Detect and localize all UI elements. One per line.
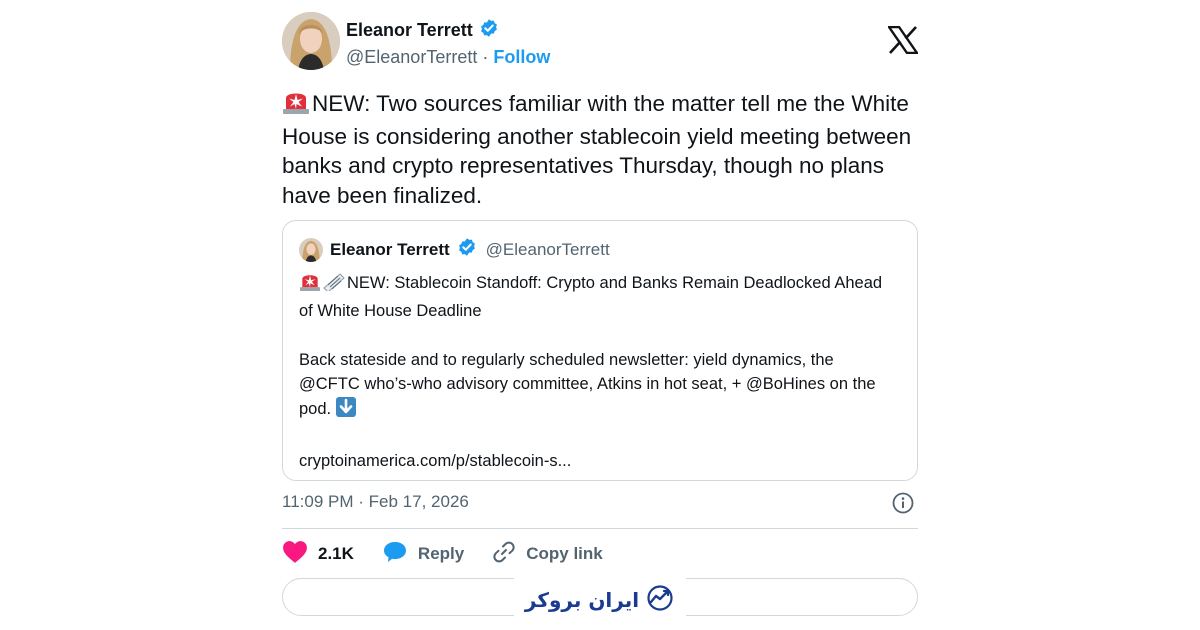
tweet-header: Eleanor Terrett @EleanorTerrett · Follow [282,12,920,74]
trend-chart-icon [645,584,675,616]
police-siren-emoji [299,271,321,299]
divider [282,528,918,529]
down-arrow-emoji [335,396,356,425]
tweet-time[interactable]: 11:09 PM [282,492,354,511]
reply-button[interactable]: Reply [382,540,464,569]
quoted-headline: NEW: Stablecoin Standoff: Crypto and Ban… [299,271,899,323]
quoted-tweet-body: NEW: Stablecoin Standoff: Crypto and Ban… [299,271,899,498]
quoted-author-avatar [299,237,323,262]
quoted-author-name: Eleanor Terrett [330,239,450,259]
tweet-embed-card: Eleanor Terrett @EleanorTerrett · Follow [282,0,920,630]
watermark-text: ایران بروکر [524,588,640,612]
like-button[interactable]: 2.1K [282,540,354,569]
copy-link-label: Copy link [526,544,603,563]
handle-separator: · [482,47,489,67]
like-count: 2.1K [318,544,354,563]
speech-bubble-icon [382,540,408,569]
author-name[interactable]: Eleanor Terrett [346,20,473,41]
quoted-headline-text: NEW: Stablecoin Standoff: Crypto and Ban… [299,274,883,320]
follow-button[interactable]: Follow [493,47,550,67]
verified-badge-icon [479,18,499,43]
action-bar: 2.1K Reply Copy link [282,540,918,568]
quoted-body-text: Back stateside and to regularly schedule… [299,350,876,418]
tweet-body-text: NEW: Two sources familiar with the matte… [282,91,912,208]
copy-link-button[interactable]: Copy link [492,540,603,569]
verified-badge-icon [457,237,477,262]
quoted-paragraph: Back stateside and to regularly schedule… [299,348,899,425]
author-handle[interactable]: @EleanorTerrett [346,47,477,67]
rolled-newspaper-emoji [321,271,347,299]
link-icon [492,540,516,569]
quoted-tweet[interactable]: Eleanor Terrett @EleanorTerrett NEW: Sta… [282,220,918,481]
quoted-link[interactable]: cryptoinamerica.com/p/stablecoin-s... [299,449,899,474]
author-handle-row: @EleanorTerrett · Follow [346,47,550,68]
heart-icon [282,540,308,569]
tweet-text: NEW: Two sources familiar with the matte… [282,88,918,210]
x-logo-icon[interactable] [886,25,920,55]
police-siren-emoji [282,88,310,122]
quoted-tweet-header: Eleanor Terrett @EleanorTerrett [299,237,610,262]
reply-label: Reply [417,544,465,563]
meta-separator: · [358,492,364,511]
author-name-row: Eleanor Terrett [346,18,499,43]
tweet-meta: 11:09 PM · Feb 17, 2026 [282,492,918,518]
watermark-logo: ایران بروکر [514,574,686,626]
info-icon[interactable] [892,492,914,514]
tweet-date[interactable]: Feb 17, 2026 [369,492,469,511]
quoted-author-handle: @EleanorTerrett [485,239,610,259]
author-avatar[interactable] [282,12,340,70]
